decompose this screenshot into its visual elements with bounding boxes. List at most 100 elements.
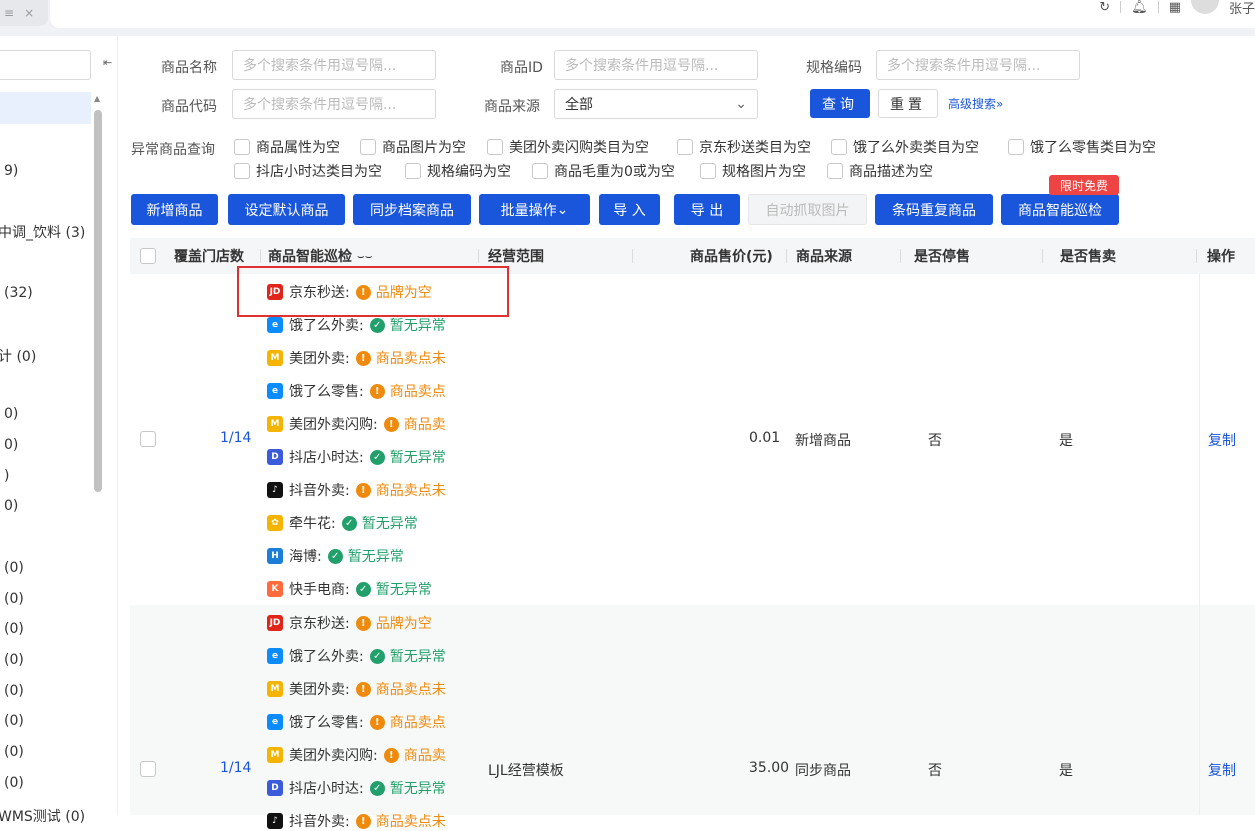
category-item[interactable]: 0) xyxy=(4,437,18,453)
apps-grid-icon[interactable]: ▦ xyxy=(1169,0,1181,15)
checkbox[interactable] xyxy=(677,139,693,155)
inspect-status[interactable]: ! 商品卖点未 xyxy=(355,811,446,831)
abnormal-option[interactable]: 商品属性为空 xyxy=(234,137,340,157)
cell-stores[interactable]: 1/14 xyxy=(220,430,251,446)
checkbox[interactable] xyxy=(831,139,847,155)
category-search-input[interactable] xyxy=(0,50,91,80)
product-code-input[interactable]: 多个搜索条件用逗号隔... xyxy=(232,89,436,119)
category-item[interactable]: (0) xyxy=(4,560,24,576)
inspect-status[interactable]: ✓ 暂无异常 xyxy=(341,513,418,533)
inspect-status[interactable]: ! 品牌为空 xyxy=(355,613,432,633)
product-id-input[interactable]: 多个搜索条件用逗号隔... xyxy=(554,50,758,80)
inspect-status[interactable]: ! 商品卖点 xyxy=(369,712,446,732)
checkbox[interactable] xyxy=(1008,139,1024,155)
inspect-status[interactable]: ✓ 暂无异常 xyxy=(327,546,404,566)
active-tab-area xyxy=(50,0,1255,28)
table-row[interactable]: 1/14 LJL经营模板 35.00 同步商品否是复制 JD 京东秒送:! 品牌为空 e 饿了么… xyxy=(130,605,1255,830)
category-item[interactable]: (0) xyxy=(4,652,24,668)
inspect-status[interactable]: ! 商品卖点未 xyxy=(355,480,446,500)
abnormal-option[interactable]: 饿了么外卖类目为空 xyxy=(831,137,979,157)
refresh-icon[interactable]: ↻ xyxy=(1099,0,1110,15)
advanced-search-link[interactable]: 高级搜索» xyxy=(948,95,1003,112)
query-button[interactable]: 查询 xyxy=(810,89,870,118)
table-row[interactable]: 1/14 0.01 新增商品否是复制 JD 京东秒送:! 品牌为空 e 饿了么外卖: ✓ 暂无异常… xyxy=(130,274,1255,605)
product-source-select[interactable]: 全部 ⌄ xyxy=(554,89,758,119)
copy-link[interactable]: 复制 xyxy=(1208,430,1236,450)
inspect-status[interactable]: ! 商品卖 xyxy=(383,745,446,765)
abnormal-option[interactable]: 美团外卖闪购类目为空 xyxy=(487,137,649,157)
set-default-button[interactable]: 设定默认商品 xyxy=(228,194,345,225)
inspect-status[interactable]: ! 商品卖 xyxy=(383,414,446,434)
select-all-checkbox[interactable] xyxy=(140,248,156,264)
category-item[interactable]: (0) xyxy=(4,775,24,791)
duplicate-barcode-button[interactable]: 条码重复商品 xyxy=(875,194,993,225)
abnormal-option[interactable]: 规格图片为空 xyxy=(700,161,806,181)
category-item[interactable]: 9) xyxy=(4,163,18,179)
import-button[interactable]: 导 入 xyxy=(599,194,660,225)
reset-button[interactable]: 重置 xyxy=(878,89,938,118)
platform-name: 饿了么零售: xyxy=(289,384,364,400)
category-item[interactable]: 0) xyxy=(4,406,18,422)
category-item[interactable]: (0) xyxy=(4,713,24,729)
checkbox[interactable] xyxy=(360,139,376,155)
inspect-status[interactable]: ✓ 暂无异常 xyxy=(355,579,432,599)
add-product-button[interactable]: 新增商品 xyxy=(131,194,218,225)
scroll-up-icon[interactable]: ▲ xyxy=(94,94,100,103)
product-source-value: 全部 xyxy=(565,97,593,113)
avatar[interactable] xyxy=(1190,0,1219,14)
category-item[interactable]: 计 (0) xyxy=(0,346,36,366)
category-item[interactable]: (0) xyxy=(4,683,24,699)
export-button[interactable]: 导 出 xyxy=(674,194,740,225)
batch-ops-button[interactable]: 批量操作 ⌄ xyxy=(479,194,590,225)
bell-icon[interactable]: 🔔︎ xyxy=(1131,0,1148,15)
category-item[interactable]: 中调_饮料 (3) xyxy=(0,222,85,242)
inspect-status[interactable]: ✓ 暂无异常 xyxy=(369,646,446,666)
eye-closed-icon[interactable]: ⌣⌣ xyxy=(357,249,373,264)
category-item[interactable]: (0) xyxy=(4,621,24,637)
abnormal-option[interactable]: 京东秒送类目为空 xyxy=(677,137,811,157)
product-name-input[interactable]: 多个搜索条件用逗号隔... xyxy=(232,50,436,80)
checkbox[interactable] xyxy=(700,163,716,179)
collapse-icon[interactable]: ⇤ xyxy=(103,56,112,69)
checkbox[interactable] xyxy=(487,139,503,155)
sidebar-scrollbar[interactable] xyxy=(94,110,102,492)
category-item[interactable]: (0) xyxy=(4,744,24,760)
copy-link[interactable]: 复制 xyxy=(1208,760,1236,780)
platform-name: 美团外卖: xyxy=(289,682,350,698)
smart-inspect-button[interactable]: 商品智能巡检 xyxy=(1001,194,1119,225)
inspect-status-text: 商品卖 xyxy=(403,417,446,433)
category-item-selected[interactable] xyxy=(0,92,91,124)
inspect-status[interactable]: ! 商品卖点 xyxy=(369,381,446,401)
category-item[interactable]: 0) xyxy=(4,498,18,514)
spec-code-input[interactable]: 多个搜索条件用逗号隔... xyxy=(876,50,1080,80)
abnormal-option[interactable]: 抖店小时达类目为空 xyxy=(234,161,382,181)
abnormal-option[interactable]: 饿了么零售类目为空 xyxy=(1008,137,1156,157)
checkbox[interactable] xyxy=(827,163,843,179)
abnormal-option[interactable]: 商品毛重为0或为空 xyxy=(532,161,675,181)
category-item[interactable]: (0) xyxy=(4,591,24,607)
auto-fetch-image-button[interactable]: 自动抓取图片 xyxy=(748,194,867,225)
tab-fragment[interactable]: ≡ × xyxy=(0,0,48,26)
row-checkbox[interactable] xyxy=(140,761,156,777)
sync-archive-button[interactable]: 同步档案商品 xyxy=(353,194,471,225)
checkbox[interactable] xyxy=(234,139,250,155)
row-checkbox[interactable] xyxy=(140,431,156,447)
checkbox[interactable] xyxy=(532,163,548,179)
category-item[interactable]: (32) xyxy=(4,285,33,301)
checkbox[interactable] xyxy=(405,163,421,179)
inspect-status[interactable]: ! 商品卖点未 xyxy=(355,348,446,368)
abnormal-option[interactable]: 商品图片为空 xyxy=(360,137,466,157)
inspect-status[interactable]: ! 商品卖点未 xyxy=(355,679,446,699)
category-item[interactable]: WMS测试 (0) xyxy=(0,806,85,826)
user-name[interactable]: 张子 xyxy=(1229,0,1255,17)
category-item[interactable]: ) xyxy=(4,468,9,484)
close-icon[interactable]: × xyxy=(24,6,34,20)
inspect-status[interactable]: ✓ 暂无异常 xyxy=(369,315,446,335)
checkbox[interactable] xyxy=(234,163,250,179)
abnormal-option[interactable]: 规格编码为空 xyxy=(405,161,511,181)
inspect-status[interactable]: ✓ 暂无异常 xyxy=(369,447,446,467)
inspect-status-text: 商品卖点 xyxy=(389,715,446,731)
cell-stores[interactable]: 1/14 xyxy=(220,760,251,776)
abnormal-option[interactable]: 商品描述为空 xyxy=(827,161,933,181)
inspect-status[interactable]: ✓ 暂无异常 xyxy=(369,778,446,798)
